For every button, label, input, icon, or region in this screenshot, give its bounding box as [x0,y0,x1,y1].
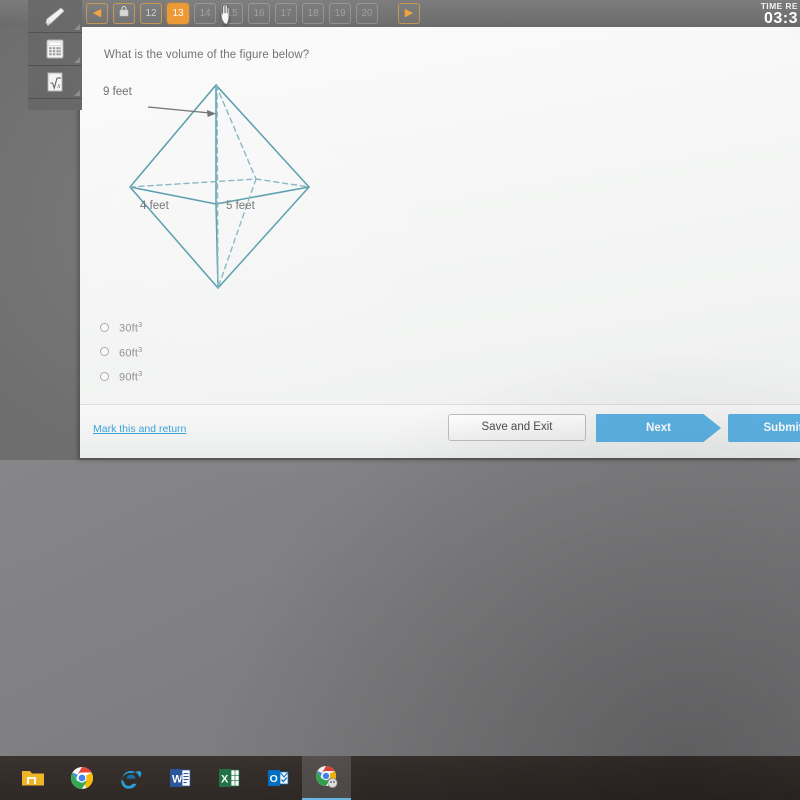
save-and-exit-button[interactable]: Save and Exit [448,414,586,441]
choice-c-value: 90 [119,371,132,384]
radio-button-b[interactable] [100,347,109,357]
tool-highlighter[interactable] [28,0,82,33]
nav-previous-button[interactable]: ◀ [86,2,108,24]
mouse-hand-cursor [220,3,230,25]
choice-c-label: 90ft3 [119,369,143,384]
tool-rail: x [28,0,82,110]
svg-text:O: O [269,773,277,785]
taskbar-outlook[interactable]: O [253,756,302,800]
choice-b[interactable]: 60ft3 [100,345,143,360]
test-application-window: x ◀ 12 13 14 15 16 17 18 19 20 ▶ TIME RE… [0,0,800,460]
highlighter-icon [45,7,65,26]
question-prompt: What is the volume of the figure below? [104,49,310,61]
choice-a-exponent: 3 [138,320,143,329]
calculator-icon [46,39,64,59]
timer: TIME RE 03:3 [761,1,800,27]
panel-footer: Mark this and return Save and Exit Next … [80,404,800,458]
taskbar-chrome[interactable] [57,756,106,800]
file-explorer-icon [21,771,44,786]
internet-explorer-icon [120,771,141,789]
windows-taskbar: W X O [0,756,800,800]
taskbar-internet-explorer[interactable] [106,756,155,800]
nav-next-button[interactable]: ▶ [398,2,420,24]
choice-b-label: 60ft3 [119,345,143,360]
nav-question-20[interactable]: 20 [356,2,378,24]
nav-question-12[interactable]: 12 [140,2,162,24]
taskbar-excel[interactable]: X [204,756,253,800]
choice-c[interactable]: 90ft3 [100,369,143,384]
nav-flag-button[interactable] [113,2,135,24]
figure-rectangular-bipyramid: 9 feet 4 feet 5 feet [103,84,310,289]
formula-icon: x [47,72,63,92]
next-button[interactable]: Next [596,414,721,442]
figure-depth-label: 5 feet [226,200,256,212]
choice-a-value: 30 [119,322,132,335]
outlook-icon: O [267,770,288,786]
nav-question-17[interactable]: 17 [275,2,297,24]
nav-question-16[interactable]: 16 [248,2,270,24]
nav-question-14[interactable]: 14 [194,2,216,24]
nav-question-18[interactable]: 18 [302,2,324,24]
question-panel: What is the volume of the figure below? [80,27,800,458]
tool-formula[interactable]: x [28,66,82,99]
svg-text:X: X [221,774,229,786]
svg-text:W: W [172,774,183,786]
tool-calculator[interactable] [28,33,82,66]
nav-question-19[interactable]: 19 [329,2,351,24]
radio-button-a[interactable] [100,322,109,332]
excel-icon: X [218,769,239,787]
answer-choices: 30ft3 60ft3 90ft3 [100,320,143,384]
figure-width-label: 4 feet [140,200,170,212]
choice-a[interactable]: 30ft3 [100,320,143,335]
chrome-icon [70,767,93,789]
word-icon: W [169,769,190,787]
question-navigation: ◀ 12 13 14 15 16 17 18 19 20 ▶ [86,0,420,26]
taskbar-chrome-window[interactable] [302,756,351,800]
choice-c-exponent: 3 [138,369,143,379]
choice-b-value: 60 [119,347,132,360]
figure-height-label: 9 feet [103,86,133,98]
radio-button-c[interactable] [100,372,109,382]
timer-value: 03:3 [763,10,798,27]
submit-button[interactable]: Submit [728,414,800,442]
chrome-window-icon [315,766,337,788]
choice-b-exponent: 3 [138,344,143,354]
choice-a-label: 30ft3 [119,320,143,335]
nav-question-13[interactable]: 13 [167,2,189,24]
taskbar-word[interactable]: W [155,756,204,800]
flag-icon [119,5,129,16]
taskbar-file-explorer[interactable] [8,756,57,800]
mark-and-return-link[interactable]: Mark this and return [93,423,186,435]
